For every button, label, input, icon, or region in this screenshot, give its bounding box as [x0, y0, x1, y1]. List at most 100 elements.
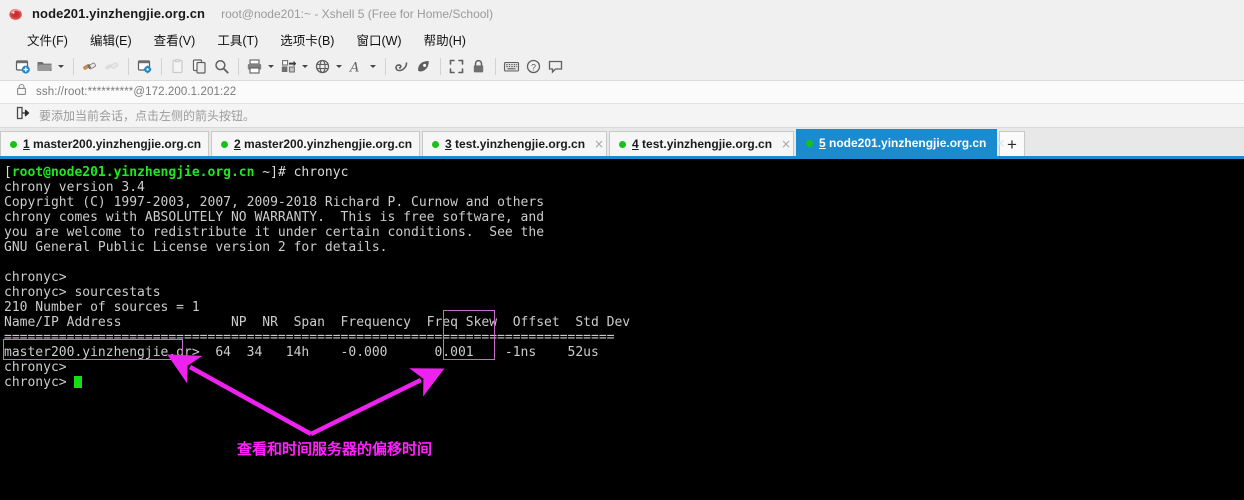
terminal-line: chronyc> sourcestats: [4, 285, 161, 300]
toolbar-separator-7: [495, 57, 496, 75]
terminal-line: chronyc>: [4, 270, 67, 285]
terminal-screen[interactable]: [root@node201.yinzhengjie.org.cn ~]# chr…: [0, 159, 1244, 500]
toolbar-separator-6: [440, 57, 441, 75]
toolbar-separator-1: [73, 57, 74, 75]
tab-label: 3 test.yinzhengjie.org.cn: [445, 137, 585, 151]
tab-3-test[interactable]: 3 test.yinzhengjie.org.cn ×: [422, 131, 607, 156]
globe-icon[interactable]: [312, 56, 333, 77]
tab-title: master200.yinzhengjie.org.cn: [240, 137, 413, 151]
menu-tools[interactable]: 工具(T): [206, 28, 269, 51]
terminal-line: chrony comes with ABSOLUTELY NO WARRANTY…: [4, 210, 545, 225]
tab-5-node201[interactable]: 5 node201.yinzhengjie.org.cn ×: [796, 129, 1005, 156]
prompt-user-host: root@node201.yinzhengjie.org.cn: [11, 165, 255, 180]
disconnect-icon: [101, 56, 122, 77]
menu-window[interactable]: 窗口(W): [345, 28, 412, 51]
window-title: node201.yinzhengjie.org.cn: [32, 6, 206, 21]
tab-4-test[interactable]: 4 test.yinzhengjie.org.cn ×: [609, 131, 794, 156]
terminal-line: chrony version 3.4: [4, 180, 145, 195]
menu-help[interactable]: 帮助(H): [413, 28, 477, 51]
window-subtitle: root@node201:~ - Xshell 5 (Free for Home…: [221, 6, 494, 21]
print-dropdown-icon[interactable]: [266, 56, 275, 77]
help-icon[interactable]: ?: [523, 56, 544, 77]
tab-strip: 1 master200.yinzhengjie.org.cn × 2 maste…: [0, 128, 1244, 156]
comment-icon[interactable]: [545, 56, 566, 77]
hint-text: 要添加当前会话，点击左侧的箭头按钮。: [39, 109, 256, 123]
sourcestats-data-row: master200.yinzhengjie.or> 64 34 14h -0.0…: [4, 345, 599, 360]
transfer-icon[interactable]: [278, 56, 299, 77]
menu-bar: 文件(F) 编辑(E) 查看(V) 工具(T) 选项卡(B) 窗口(W) 帮助(…: [0, 27, 1244, 52]
address-bar[interactable]: ssh://root:**********@172.200.1.201:22: [0, 81, 1244, 104]
sftp-icon[interactable]: [391, 56, 412, 77]
menu-edit[interactable]: 编辑(E): [79, 28, 143, 51]
tab-close-icon[interactable]: ×: [781, 138, 791, 150]
tab-status-dot: [432, 140, 439, 148]
find-icon[interactable]: [211, 56, 232, 77]
menu-file[interactable]: 文件(F): [16, 28, 79, 51]
toolbar: A ?: [0, 52, 1244, 81]
tab-title: test.yinzhengjie.org.cn: [451, 137, 586, 151]
sourcestats-divider: ========================================…: [4, 330, 615, 345]
tab-2-master200[interactable]: 2 master200.yinzhengjie.org.cn ×: [211, 131, 431, 156]
script-icon[interactable]: [413, 56, 434, 77]
tab-title: node201.yinzhengjie.org.cn: [825, 136, 987, 150]
menu-tabs[interactable]: 选项卡(B): [269, 28, 345, 51]
tab-close-icon[interactable]: ×: [995, 137, 1005, 149]
tab-title: test.yinzhengjie.org.cn: [638, 137, 773, 151]
font-dropdown-icon[interactable]: [368, 56, 377, 77]
tab-status-dot: [619, 140, 626, 148]
paste-page-icon: [167, 56, 188, 77]
new-session-icon[interactable]: [12, 56, 33, 77]
svg-text:A: A: [349, 60, 359, 75]
last-prompt: chronyc>: [4, 375, 75, 390]
tab-close-icon[interactable]: ×: [594, 138, 604, 150]
open-folder-icon[interactable]: [34, 56, 55, 77]
lock-icon[interactable]: [468, 56, 489, 77]
tab-number: 3: [445, 137, 452, 151]
toolbar-separator-5: [385, 57, 386, 75]
tab-strip-filler: [1025, 131, 1244, 156]
tab-status-dot: [806, 139, 813, 147]
terminal-last-prompt-line: chronyc>: [4, 375, 1244, 390]
open-folder-dropdown-icon[interactable]: [56, 56, 65, 77]
terminal-line: chronyc>: [4, 360, 67, 375]
hint-bar: 要添加当前会话，点击左侧的箭头按钮。: [0, 104, 1244, 128]
print-icon[interactable]: [244, 56, 265, 77]
menu-view[interactable]: 查看(V): [143, 28, 207, 51]
typed-command: chronyc: [293, 165, 349, 180]
tab-label: 5 node201.yinzhengjie.org.cn: [819, 136, 986, 150]
tab-label: 2 master200.yinzhengjie.org.cn: [234, 137, 412, 151]
globe-dropdown-icon[interactable]: [334, 56, 343, 77]
toolbar-separator-4: [238, 57, 239, 75]
lock-icon: [16, 83, 27, 101]
toolbar-separator-3: [161, 57, 162, 75]
xshell-icon: [8, 6, 24, 22]
copy-icon[interactable]: [189, 56, 210, 77]
terminal-line: you are welcome to redistribute it under…: [4, 225, 545, 240]
terminal-prompt-line: [root@node201.yinzhengjie.org.cn ~]# chr…: [4, 165, 1244, 180]
tab-status-dot: [221, 140, 228, 148]
tab-number: 4: [632, 137, 639, 151]
tab-number: 2: [234, 137, 241, 151]
fullscreen-icon[interactable]: [446, 56, 467, 77]
terminal-line: 210 Number of sources = 1: [4, 300, 200, 315]
terminal-cursor: [74, 376, 83, 388]
tab-1-master200[interactable]: 1 master200.yinzhengjie.org.cn ×: [0, 131, 220, 156]
toolbar-separator-2: [128, 57, 129, 75]
prompt-bracket: [: [4, 165, 12, 180]
session-properties-icon[interactable]: [134, 56, 155, 77]
address-value: ssh://root:**********@172.200.1.201:22: [36, 86, 237, 98]
connect-icon[interactable]: [79, 56, 100, 77]
xshell-window: node201.yinzhengjie.org.cn root@node201:…: [0, 0, 1244, 500]
transfer-dropdown-icon[interactable]: [300, 56, 309, 77]
tab-status-dot: [10, 140, 17, 148]
font-icon[interactable]: A: [346, 56, 367, 77]
tab-number: 1: [23, 137, 30, 151]
terminal-line: GNU General Public License version 2 for…: [4, 240, 388, 255]
keyboard-icon[interactable]: [501, 56, 522, 77]
tab-number: 5: [819, 136, 826, 150]
tab-title: master200.yinzhengjie.org.cn: [29, 137, 202, 151]
title-bar: node201.yinzhengjie.org.cn root@node201:…: [0, 0, 1244, 27]
tab-label: 4 test.yinzhengjie.org.cn: [632, 137, 772, 151]
add-session-arrow-icon[interactable]: [16, 106, 30, 125]
